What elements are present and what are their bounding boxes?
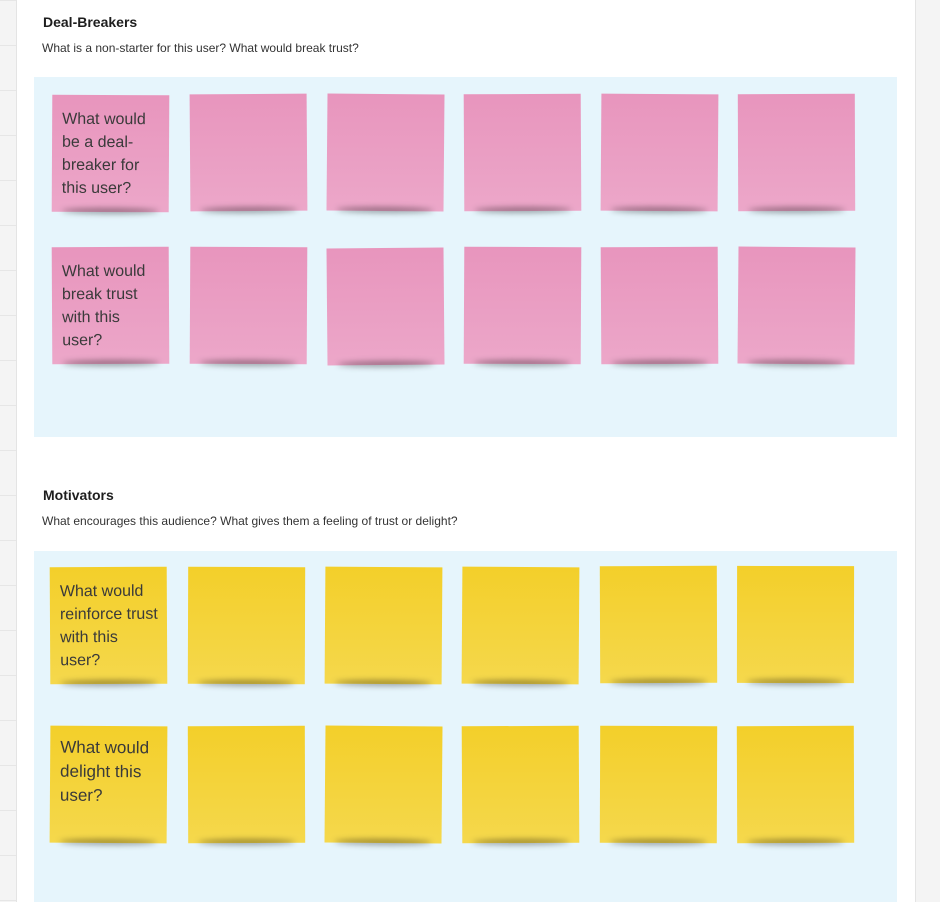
sticky-note[interactable] xyxy=(189,246,308,365)
sticky-note[interactable] xyxy=(189,93,308,212)
sticky-note[interactable] xyxy=(461,566,580,685)
sticky-zone-motivators[interactable]: What would reinforce trust with this use… xyxy=(34,551,897,902)
sticky-note[interactable] xyxy=(736,725,855,844)
canvas-grid xyxy=(0,0,16,902)
sticky-note[interactable] xyxy=(599,565,718,684)
sticky-note[interactable] xyxy=(324,725,443,844)
sticky-note[interactable] xyxy=(461,725,580,844)
sticky-note[interactable] xyxy=(737,93,856,212)
canvas-gutter xyxy=(915,0,940,902)
sticky-note[interactable]: What would be a deal-breaker for this us… xyxy=(51,94,170,213)
sticky-note[interactable] xyxy=(187,725,306,844)
sticky-note[interactable] xyxy=(600,246,719,365)
sticky-note[interactable] xyxy=(599,725,718,844)
sticky-note[interactable] xyxy=(187,566,306,685)
sticky-note[interactable] xyxy=(463,93,582,212)
sticky-note[interactable] xyxy=(324,566,443,685)
sticky-note[interactable] xyxy=(463,246,582,365)
sticky-note[interactable] xyxy=(600,93,719,212)
sticky-note[interactable]: What would reinforce trust with this use… xyxy=(49,566,168,685)
section-title-deal-breakers: Deal-Breakers xyxy=(43,14,138,30)
sticky-note[interactable] xyxy=(326,247,445,366)
sticky-zone-deal-breakers[interactable]: What would be a deal-breaker for this us… xyxy=(34,77,897,437)
sticky-note[interactable] xyxy=(736,565,855,684)
section-description-deal-breakers: What is a non-starter for this user? Wha… xyxy=(42,41,359,55)
section-description-motivators: What encourages this audience? What give… xyxy=(42,514,458,528)
section-title-motivators: Motivators xyxy=(43,487,114,503)
sticky-note[interactable]: What would break trust with this user? xyxy=(51,246,170,365)
board-frame: Deal-Breakers What is a non-starter for … xyxy=(16,0,916,902)
sticky-note[interactable]: What would delight this user? xyxy=(49,725,168,844)
sticky-note[interactable] xyxy=(737,246,856,365)
sticky-note[interactable] xyxy=(326,93,445,212)
